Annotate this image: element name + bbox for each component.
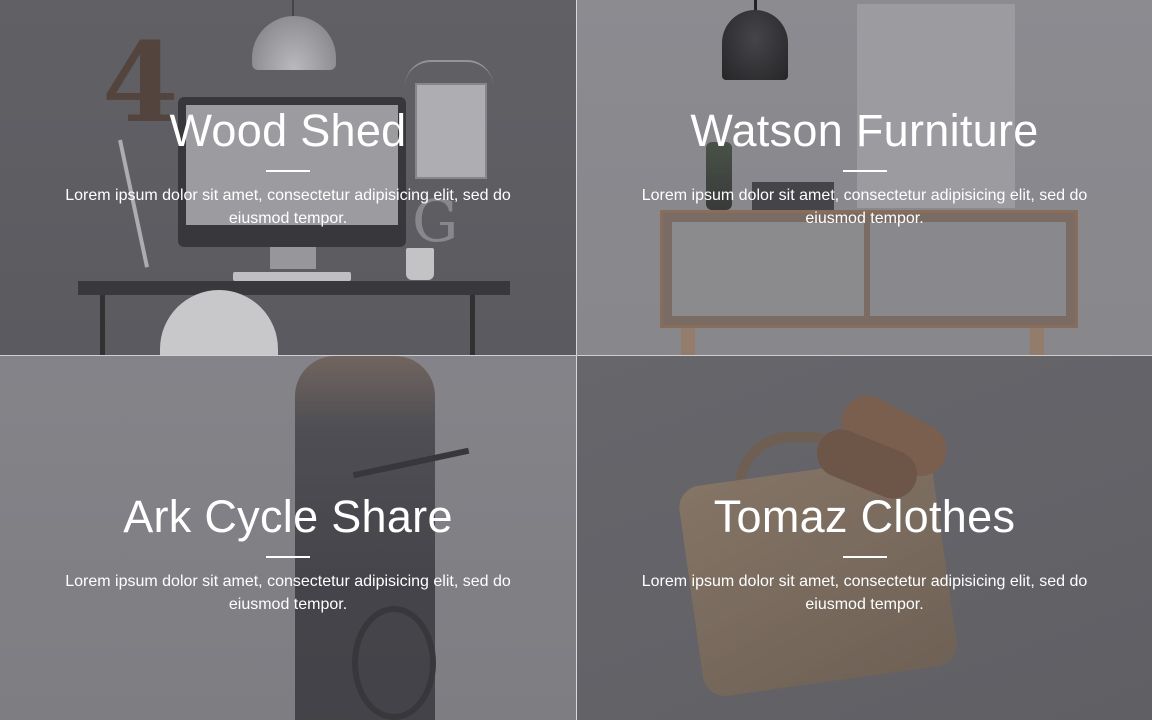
- tile-caption: Wood Shed Lorem ipsum dolor sit amet, co…: [0, 104, 576, 230]
- portfolio-item-tomaz-clothes[interactable]: Tomaz Clothes Lorem ipsum dolor sit amet…: [577, 356, 1152, 720]
- portfolio-item-wood-shed[interactable]: 4 G Wood Shed Lorem ipsum dolor sit amet…: [0, 0, 576, 355]
- grid-divider-vertical: [576, 0, 577, 720]
- title-divider: [842, 556, 887, 558]
- portfolio-item-watson-furniture[interactable]: Watson Furniture Lorem ipsum dolor sit a…: [577, 0, 1152, 355]
- tile-description: Lorem ipsum dolor sit amet, consectetur …: [641, 573, 1088, 613]
- tile-description: Lorem ipsum dolor sit amet, consectetur …: [641, 187, 1088, 227]
- tile-title: Watson Furniture: [690, 105, 1039, 156]
- tile-title: Wood Shed: [169, 105, 407, 156]
- tile-caption: Ark Cycle Share Lorem ipsum dolor sit am…: [0, 490, 576, 616]
- portfolio-item-ark-cycle-share[interactable]: Ark Cycle Share Lorem ipsum dolor sit am…: [0, 356, 576, 720]
- portfolio-grid: 4 G Wood Shed Lorem ipsum dolor sit amet…: [0, 0, 1152, 720]
- title-divider: [266, 556, 310, 558]
- tile-title: Tomaz Clothes: [713, 491, 1016, 542]
- title-divider: [266, 170, 310, 172]
- tile-title: Ark Cycle Share: [123, 491, 453, 542]
- tile-description: Lorem ipsum dolor sit amet, consectetur …: [65, 573, 511, 613]
- tile-description: Lorem ipsum dolor sit amet, consectetur …: [65, 187, 511, 227]
- tile-caption: Watson Furniture Lorem ipsum dolor sit a…: [577, 104, 1152, 230]
- title-divider: [842, 170, 887, 172]
- grid-divider-horizontal: [0, 355, 1152, 356]
- tile-caption: Tomaz Clothes Lorem ipsum dolor sit amet…: [577, 490, 1152, 616]
